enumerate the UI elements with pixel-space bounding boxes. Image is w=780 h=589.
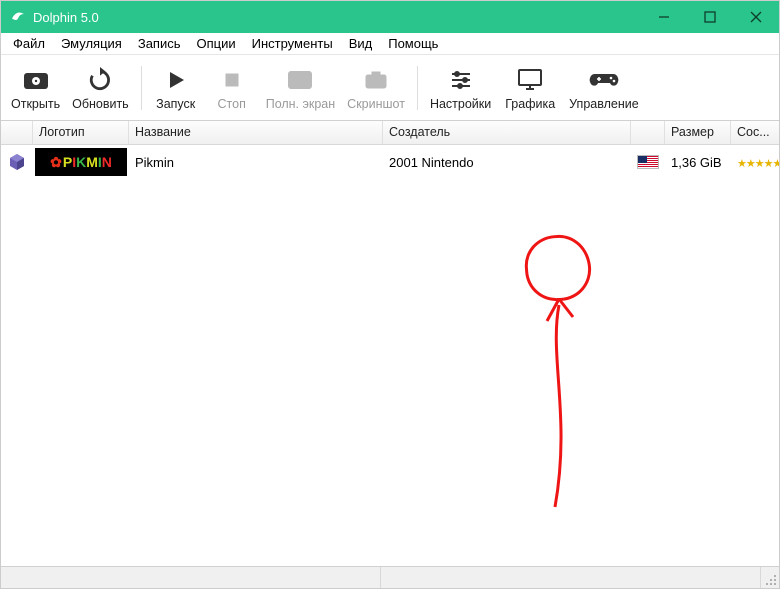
game-banner: ✿ PIKMIN — [35, 148, 127, 176]
col-region[interactable] — [631, 121, 665, 144]
menu-help[interactable]: Помощь — [380, 34, 446, 53]
refresh-icon — [87, 65, 113, 95]
toolbar: Открыть Обновить Запуск Стоп Полн. экран… — [1, 55, 779, 121]
title-bar: Dolphin 5.0 — [1, 1, 779, 33]
col-maker[interactable]: Создатель — [383, 121, 631, 144]
menu-options[interactable]: Опции — [189, 34, 244, 53]
col-logo[interactable]: Логотип — [33, 121, 129, 144]
gamecube-icon — [7, 152, 27, 172]
game-size: 1,36 GiB — [665, 153, 731, 172]
fullscreen-label: Полн. экран — [266, 97, 335, 111]
graphics-label: Графика — [505, 97, 555, 111]
menu-tools[interactable]: Инструменты — [244, 34, 341, 53]
controllers-label: Управление — [569, 97, 639, 111]
menu-emulation[interactable]: Эмуляция — [53, 34, 130, 53]
menu-record[interactable]: Запись — [130, 34, 189, 53]
maximize-button[interactable] — [687, 1, 733, 33]
game-row[interactable]: ✿ PIKMIN Pikmin 2001 Nintendo 1,36 GiB ★… — [1, 145, 779, 179]
graphics-button[interactable]: Графика — [497, 58, 563, 118]
resize-grip-icon[interactable] — [761, 567, 779, 588]
refresh-button[interactable]: Обновить — [66, 58, 135, 118]
disc-icon — [22, 65, 50, 95]
play-button[interactable]: Запуск — [148, 58, 204, 118]
fullscreen-icon — [286, 65, 314, 95]
stop-icon — [222, 65, 242, 95]
close-button[interactable] — [733, 1, 779, 33]
toolbar-separator — [417, 66, 418, 110]
minimize-button[interactable] — [641, 1, 687, 33]
sliders-icon — [448, 65, 474, 95]
fullscreen-button: Полн. экран — [260, 58, 341, 118]
game-region — [631, 153, 665, 171]
play-label: Запуск — [156, 97, 195, 111]
controllers-button[interactable]: Управление — [563, 58, 645, 118]
menu-bar: Файл Эмуляция Запись Опции Инструменты В… — [1, 33, 779, 55]
stop-label: Стоп — [218, 97, 246, 111]
monitor-icon — [516, 65, 544, 95]
open-label: Открыть — [11, 97, 60, 111]
menu-file[interactable]: Файл — [5, 34, 53, 53]
game-list-header: Логотип Название Создатель Размер Сос... — [1, 121, 779, 145]
stop-button: Стоп — [204, 58, 260, 118]
gamepad-icon — [589, 65, 619, 95]
statusbar-cell — [1, 567, 381, 588]
menu-view[interactable]: Вид — [341, 34, 381, 53]
status-bar — [1, 566, 779, 588]
statusbar-cell — [381, 567, 761, 588]
window-title: Dolphin 5.0 — [33, 10, 99, 25]
col-size[interactable]: Размер — [665, 121, 731, 144]
col-platform[interactable] — [1, 121, 33, 144]
banner-cell: ✿ PIKMIN — [33, 145, 129, 179]
settings-button[interactable]: Настройки — [424, 58, 497, 118]
game-rating: ★★★★★ — [731, 153, 779, 172]
settings-label: Настройки — [430, 97, 491, 111]
game-maker: 2001 Nintendo — [383, 153, 631, 172]
refresh-label: Обновить — [72, 97, 129, 111]
screenshot-button: Скриншот — [341, 58, 411, 118]
camera-icon — [363, 65, 389, 95]
app-icon — [9, 8, 27, 26]
flag-us-icon — [637, 155, 659, 169]
col-rating[interactable]: Сос... — [731, 121, 779, 144]
screenshot-label: Скриншот — [347, 97, 405, 111]
open-button[interactable]: Открыть — [5, 58, 66, 118]
toolbar-separator — [141, 66, 142, 110]
platform-cell — [1, 150, 33, 174]
game-name: Pikmin — [129, 153, 383, 172]
col-name[interactable]: Название — [129, 121, 383, 144]
play-icon — [165, 65, 187, 95]
